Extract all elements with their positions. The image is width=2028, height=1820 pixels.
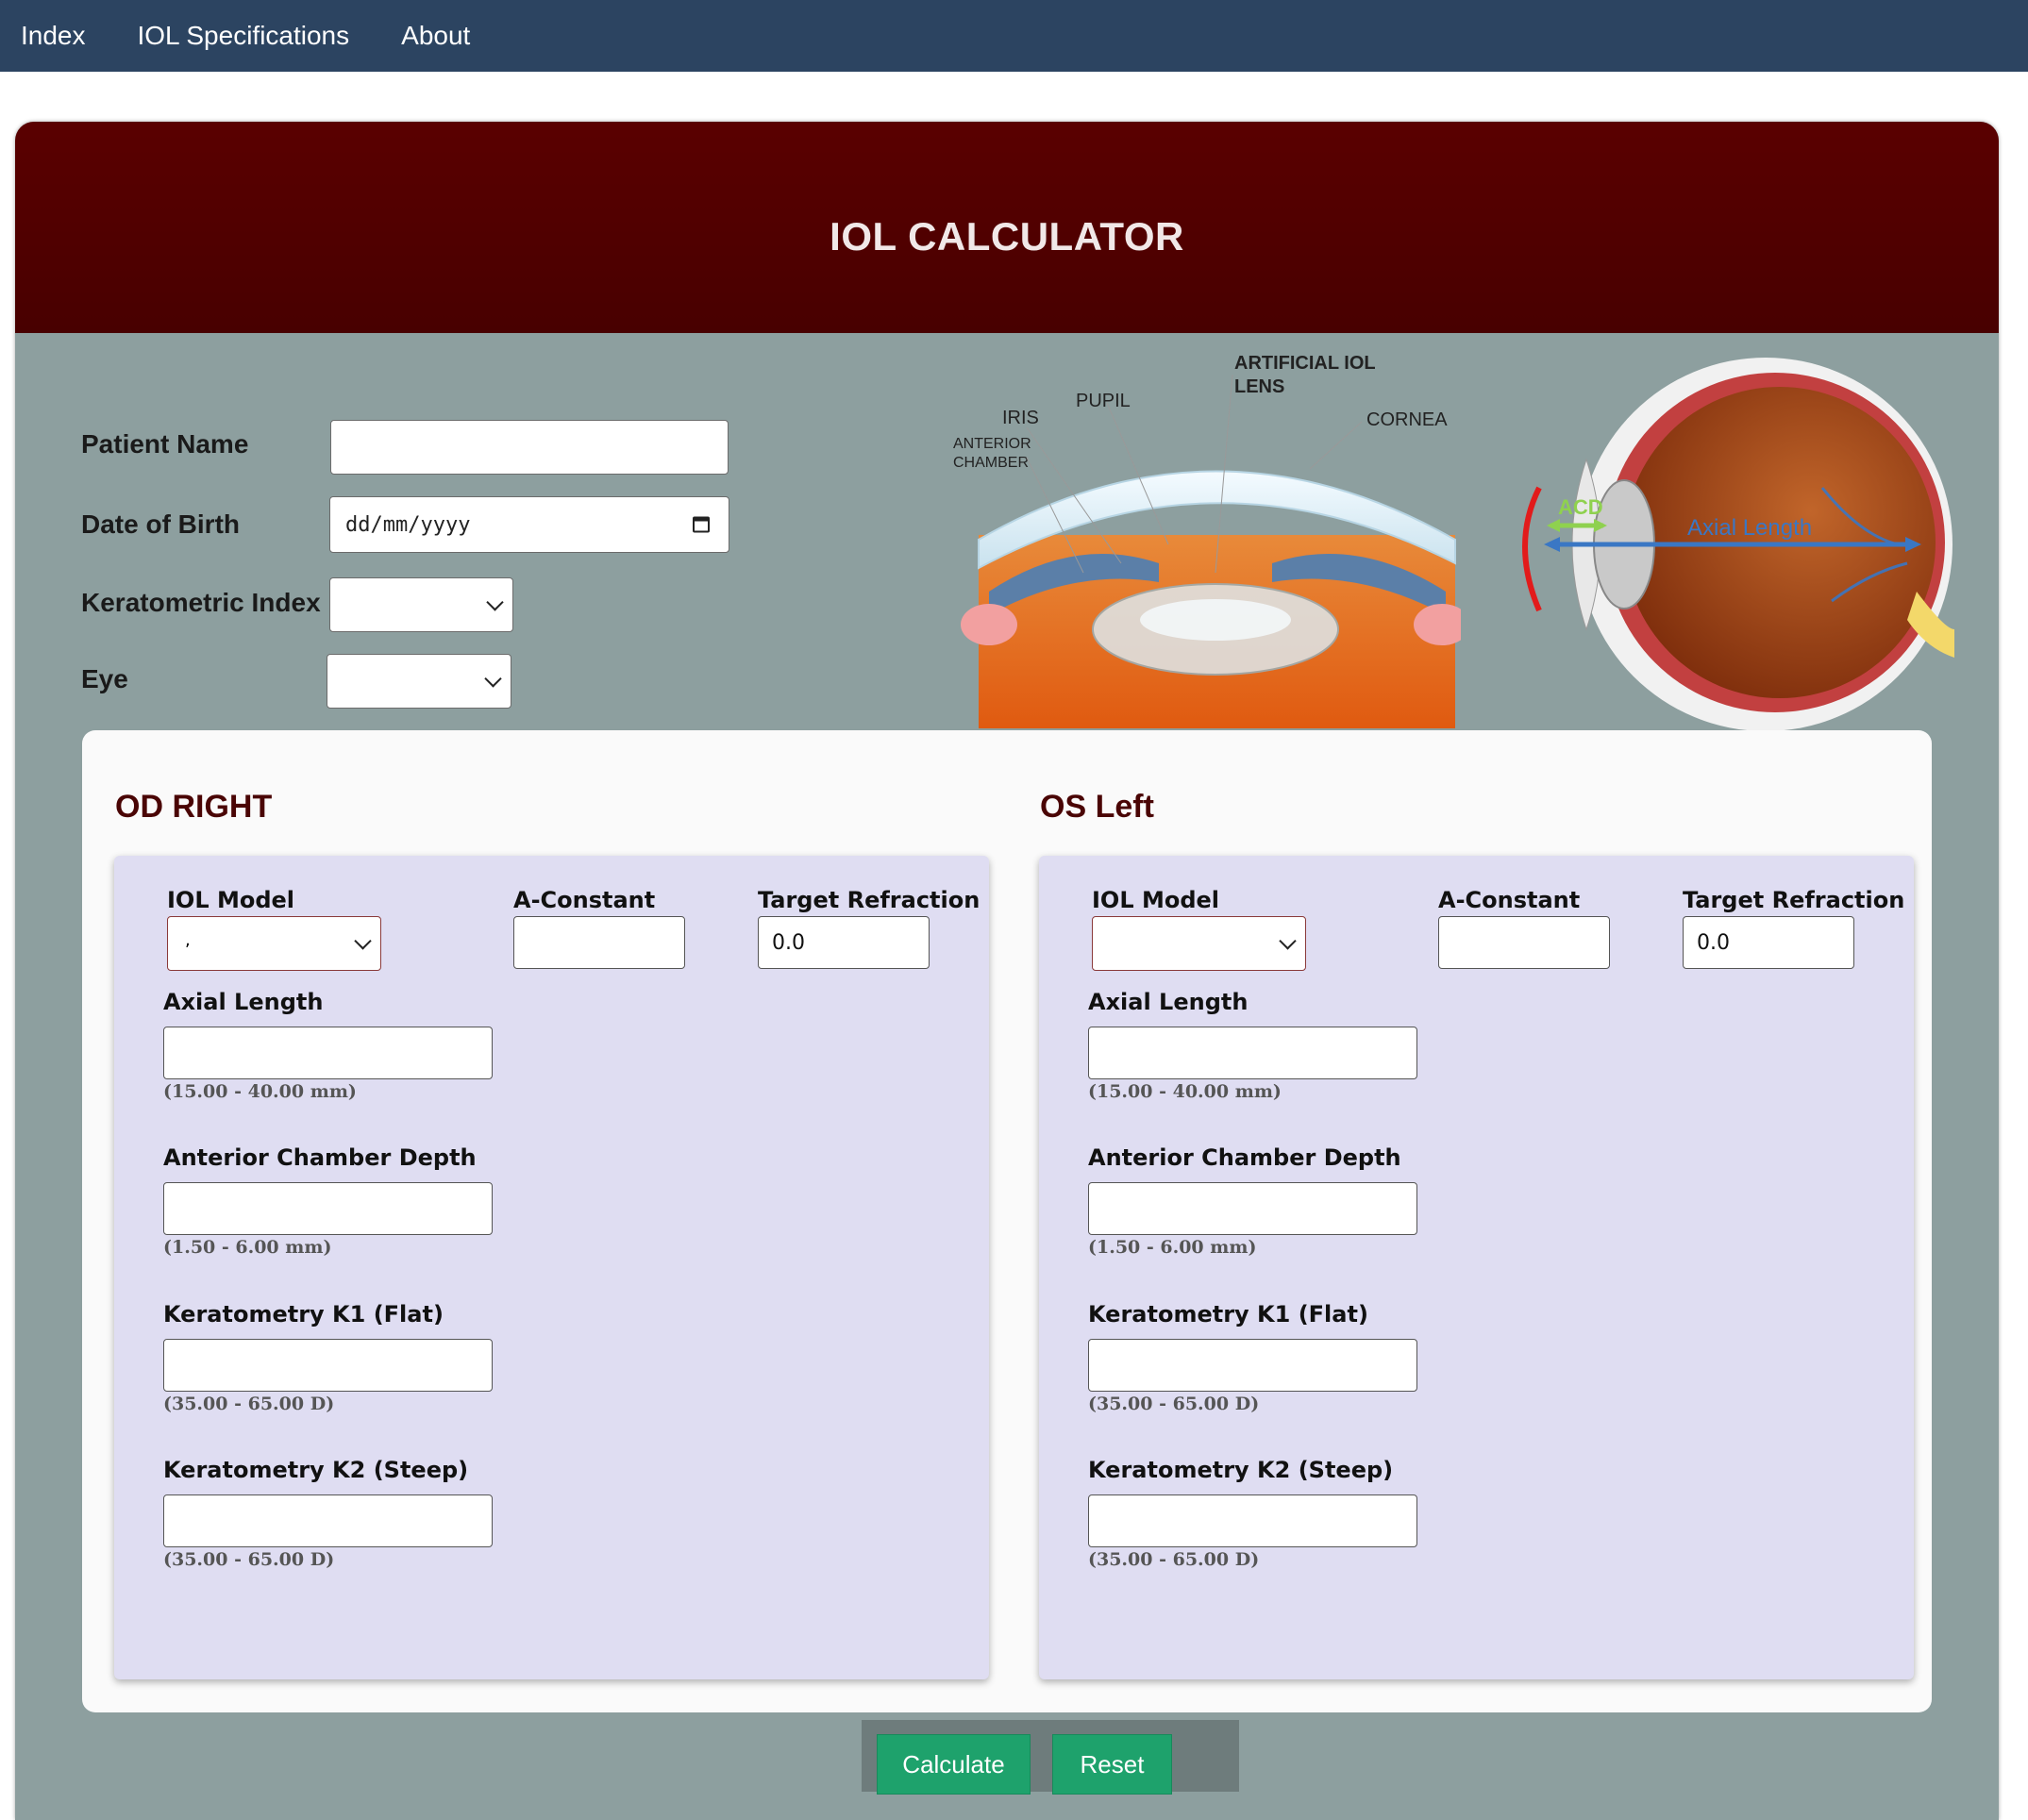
dob-input[interactable]: dd/mm/yyyy: [329, 496, 729, 553]
label-lens: LENS: [1234, 376, 1284, 397]
od-axial-length-label: Axial Length: [163, 989, 324, 1015]
os-k2-label: Keratometry K2 (Steep): [1088, 1457, 1394, 1483]
chevron-down-icon: [486, 593, 504, 611]
od-k2-input[interactable]: [163, 1494, 493, 1547]
dob-label: Date of Birth: [81, 509, 240, 539]
eye-select[interactable]: [327, 654, 511, 709]
label-artificial-iol: ARTIFICIAL IOL: [1234, 353, 1376, 374]
nav-about-link[interactable]: About: [401, 21, 470, 51]
os-left-title: OS Left: [1040, 789, 1154, 825]
label-pupil: PUPIL: [1076, 391, 1131, 411]
eye-label: Eye: [81, 664, 128, 693]
reset-button[interactable]: Reset: [1052, 1734, 1172, 1795]
od-target-refraction-input[interactable]: 0.0: [758, 916, 930, 969]
label-anterior: ANTERIOR: [953, 436, 1031, 452]
label-chamber: CHAMBER: [953, 455, 1029, 471]
calculate-button[interactable]: Calculate: [877, 1734, 1031, 1795]
os-acd-input[interactable]: [1088, 1182, 1417, 1235]
calculator-card: IOL CALCULATOR Patient Name Date of Birt…: [15, 122, 1999, 1820]
os-k1-hint: (35.00 - 65.00 D): [1088, 1394, 1260, 1414]
od-iol-model-label: IOL Model: [167, 887, 295, 913]
chevron-down-icon: [354, 932, 372, 950]
os-target-refraction-input[interactable]: 0.0: [1683, 916, 1854, 969]
od-acd-hint: (1.50 - 6.00 mm): [163, 1237, 332, 1258]
keratometric-index-label: Keratometric Index: [81, 588, 321, 617]
od-iol-model-value: ,: [185, 930, 191, 950]
os-axial-length-input[interactable]: [1088, 1027, 1417, 1079]
label-iris: IRIS: [1002, 408, 1039, 428]
os-k2-input[interactable]: [1088, 1494, 1417, 1547]
od-axial-length-hint: (15.00 - 40.00 mm): [163, 1081, 357, 1102]
od-acd-input[interactable]: [163, 1182, 493, 1235]
od-acd-label: Anterior Chamber Depth: [163, 1144, 477, 1171]
od-right-box: IOL Model , A-Constant Target Refraction…: [114, 856, 989, 1679]
eyeball-axial-diagram: ACD Axial Length: [1522, 358, 1954, 731]
os-acd-label: Anterior Chamber Depth: [1088, 1144, 1401, 1171]
os-iol-model-label: IOL Model: [1092, 887, 1220, 913]
os-k1-label: Keratometry K1 (Flat): [1088, 1301, 1368, 1327]
os-a-constant-label: A-Constant: [1438, 887, 1581, 913]
od-target-refraction-label: Target Refraction: [758, 887, 980, 913]
od-iol-model-select[interactable]: ,: [167, 916, 381, 971]
patient-name-label: Patient Name: [81, 429, 249, 459]
os-left-box: IOL Model A-Constant Target Refraction 0…: [1039, 856, 1914, 1679]
os-k1-input[interactable]: [1088, 1339, 1417, 1392]
page-title: IOL CALCULATOR: [830, 214, 1184, 259]
label-cornea: CORNEA: [1366, 409, 1448, 430]
od-k2-label: Keratometry K2 (Steep): [163, 1457, 469, 1483]
od-k2-hint: (35.00 - 65.00 D): [163, 1549, 335, 1570]
calculator-header: IOL CALCULATOR: [15, 122, 1999, 333]
os-iol-model-select[interactable]: [1092, 916, 1306, 971]
os-axial-length-label: Axial Length: [1088, 989, 1249, 1015]
od-a-constant-input[interactable]: [513, 916, 685, 969]
calendar-icon[interactable]: [693, 516, 710, 533]
os-k2-hint: (35.00 - 65.00 D): [1088, 1549, 1260, 1570]
os-target-refraction-label: Target Refraction: [1683, 887, 1905, 913]
od-axial-length-input[interactable]: [163, 1027, 493, 1079]
od-k1-label: Keratometry K1 (Flat): [163, 1301, 444, 1327]
od-k1-input[interactable]: [163, 1339, 493, 1392]
nav-index-link[interactable]: Index: [21, 21, 86, 51]
keratometric-index-select[interactable]: [329, 577, 513, 632]
chevron-down-icon: [484, 670, 502, 688]
os-a-constant-input[interactable]: [1438, 916, 1610, 969]
os-acd-hint: (1.50 - 6.00 mm): [1088, 1237, 1257, 1258]
patient-name-input[interactable]: [330, 420, 729, 475]
nav-iol-specifications-link[interactable]: IOL Specifications: [138, 21, 350, 51]
label-acd: ACD: [1558, 495, 1603, 519]
top-navbar: Index IOL Specifications About: [0, 0, 2028, 72]
iol-lens-diagram: ARTIFICIAL IOL LENS PUPIL IRIS ANTERIOR …: [953, 353, 1461, 728]
chevron-down-icon: [1279, 932, 1297, 950]
label-axial-length: Axial Length: [1687, 515, 1812, 541]
dob-placeholder: dd/mm/yyyy: [345, 512, 471, 537]
od-right-title: OD RIGHT: [115, 789, 273, 825]
os-axial-length-hint: (15.00 - 40.00 mm): [1088, 1081, 1282, 1102]
od-a-constant-label: A-Constant: [513, 887, 656, 913]
od-k1-hint: (35.00 - 65.00 D): [163, 1394, 335, 1414]
eye-data-panel: OD RIGHT OS Left IOL Model , A-Constant …: [82, 730, 1932, 1712]
